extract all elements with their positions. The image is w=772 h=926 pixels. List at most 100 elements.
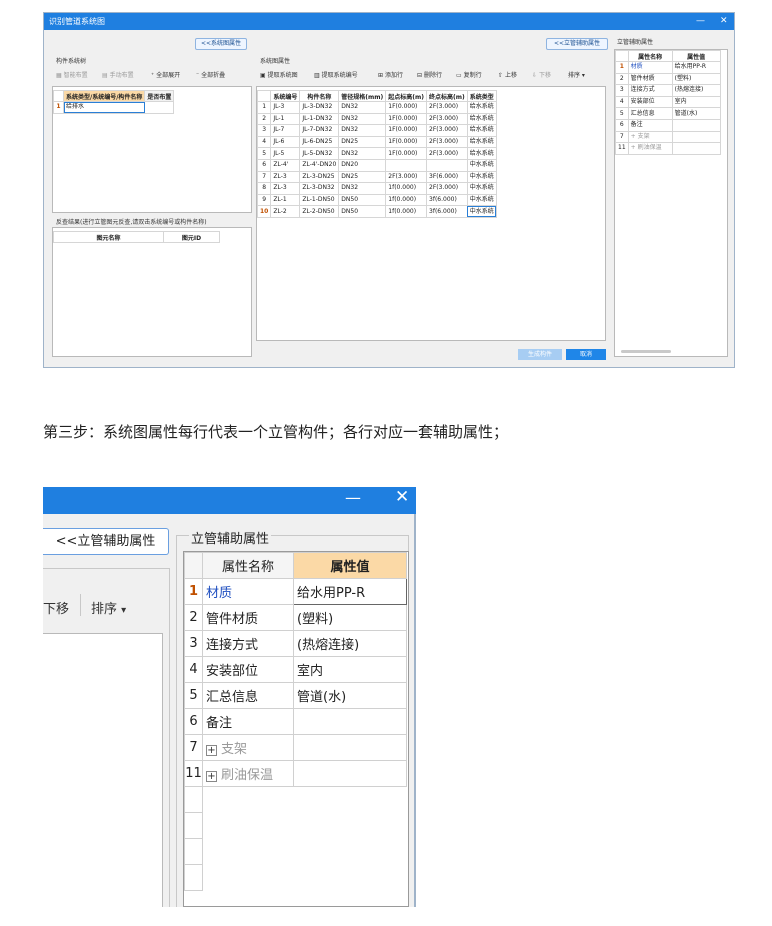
table-cell[interactable]: ZL-4' [270, 158, 301, 172]
table-cell[interactable]: 给水系统 [466, 112, 497, 126]
table-cell[interactable]: ZL-2 [270, 205, 301, 218]
move-up-button[interactable]: ⇧ 上移 [498, 71, 517, 81]
tree-node-label[interactable]: 给排水 [62, 101, 146, 114]
property-value[interactable]: (塑料) [671, 72, 721, 86]
table-cell[interactable]: 3F(6.000) [426, 170, 468, 184]
table-cell[interactable]: 中水系统 [466, 158, 497, 172]
table-cell[interactable]: JL-5-DN32 [299, 147, 340, 160]
table-row[interactable]: 1 材质 给水用PP-R [615, 61, 721, 74]
minimize-icon[interactable]: — [696, 13, 705, 30]
horizontal-scrollbar[interactable] [621, 350, 671, 353]
table-cell[interactable]: ZL-1-DN50 [299, 193, 340, 207]
table-cell[interactable]: JL-3-DN32 [299, 101, 340, 114]
property-value[interactable]: 管道(水) [671, 107, 721, 120]
property-value[interactable] [671, 142, 721, 155]
table-cell[interactable]: DN25 [338, 135, 387, 149]
property-value[interactable]: (热熔连接) [293, 630, 407, 657]
table-cell[interactable]: DN25 [338, 170, 387, 184]
table-row[interactable]: 5 汇总信息 管道(水) [184, 682, 407, 709]
property-value[interactable] [293, 760, 407, 787]
property-value[interactable] [293, 708, 407, 735]
close-icon[interactable]: ✕ [720, 13, 728, 30]
smart-layout-button[interactable]: ▦ 智能布置 [56, 71, 88, 81]
table-row[interactable]: 3 JL-7 JL-7-DN32 DN32 1F(0.000) 2F(3.000) 给水系统 [257, 124, 497, 137]
add-row-button[interactable]: ⊞ 添加行 [378, 71, 403, 81]
table-row[interactable]: 1 材质 给水用PP-R [184, 578, 407, 605]
tree-row[interactable]: 1 给排水 [53, 101, 175, 114]
table-cell[interactable]: JL-1-DN32 [299, 112, 340, 126]
table-cell[interactable]: 中水系统 [466, 182, 497, 195]
table-cell[interactable]: 2F(3.000) [426, 135, 468, 149]
table-row[interactable]: 9 ZL-1 ZL-1-DN50 DN50 1f(0.000) 3f(6.000) 中水系统 [257, 193, 497, 207]
table-cell[interactable]: 1F(0.000) [385, 112, 428, 126]
table-cell[interactable]: 2F(3.000) [426, 112, 468, 126]
table-cell[interactable]: DN32 [338, 101, 387, 114]
riser-props-toggle-button[interactable]: <<立管辅助属性 [43, 528, 169, 555]
table-cell[interactable] [426, 158, 468, 172]
extract-diagram-button[interactable]: ▣ 提取系统图 [260, 71, 298, 81]
table-cell[interactable]: 1F(0.000) [385, 101, 428, 114]
table-row[interactable]: 4 安装部位 室内 [184, 656, 407, 683]
cancel-button[interactable]: 取消 [566, 349, 606, 360]
manual-layout-button[interactable]: ▤ 手动布置 [102, 71, 134, 81]
table-cell[interactable]: 给水系统 [466, 147, 497, 160]
extract-number-button[interactable]: ▥ 提取系统编号 [314, 71, 358, 81]
delete-row-button[interactable]: ⊟ 删除行 [417, 71, 442, 81]
table-cell[interactable]: 2F(3.000) [426, 101, 468, 114]
table-cell[interactable]: JL-7-DN32 [299, 124, 340, 137]
generate-component-button[interactable]: 生成构件 [518, 349, 562, 360]
table-row[interactable]: 4 JL-6 JL-6-DN25 DN25 1F(0.000) 2F(3.000) 给水系统 [257, 135, 497, 149]
table-row[interactable]: 11 + 刷油保温 [184, 760, 407, 787]
property-value[interactable]: 室内 [671, 95, 721, 109]
table-cell[interactable]: 2F(3.000) [426, 147, 468, 160]
property-value[interactable]: 室内 [293, 656, 407, 683]
expand-plus-icon[interactable]: + [206, 745, 217, 756]
property-value[interactable]: (热熔连接) [671, 84, 721, 97]
table-cell[interactable]: 1F(0.000) [385, 147, 428, 160]
table-row[interactable]: 4 安装部位 室内 [615, 95, 721, 109]
table-cell[interactable]: 2F(3.000) [426, 124, 468, 137]
table-cell[interactable]: ZL-3 [270, 182, 301, 195]
table-cell[interactable]: 给水系统 [466, 124, 497, 137]
table-cell[interactable]: DN32 [338, 124, 387, 137]
table-row[interactable]: 7 + 支架 [184, 734, 407, 761]
table-row[interactable]: 5 汇总信息 管道(水) [615, 107, 721, 120]
table-cell[interactable]: 中水系统 [466, 193, 497, 207]
table-cell[interactable]: 中水系统 [466, 205, 497, 218]
move-down-button[interactable]: ⇩ 下移 [532, 71, 551, 81]
riser-props-toggle-button[interactable]: <<立管辅助属性 [546, 38, 608, 50]
property-value[interactable]: 给水用PP-R [671, 61, 721, 74]
table-cell[interactable]: 1f(0.000) [385, 205, 428, 218]
table-row[interactable]: 7 + 支架 [615, 130, 721, 144]
table-cell[interactable]: DN32 [338, 182, 387, 195]
table-cell[interactable]: 2F(3.000) [426, 182, 468, 195]
table-cell[interactable]: 给水系统 [466, 101, 497, 114]
table-cell[interactable]: 1f(0.000) [385, 182, 428, 195]
minimize-icon[interactable]: — [345, 488, 361, 507]
table-row[interactable]: 2 管件材质 (塑料) [184, 604, 407, 631]
table-cell[interactable]: DN32 [338, 112, 387, 126]
table-cell[interactable]: 1f(0.000) [385, 193, 428, 207]
table-cell[interactable]: 1F(0.000) [385, 124, 428, 137]
table-row[interactable]: 8 ZL-3 ZL-3-DN32 DN32 1f(0.000) 2F(3.000) 中水系统 [257, 182, 497, 195]
sort-button[interactable]: 排序 ▾ [568, 71, 585, 81]
property-value[interactable] [293, 734, 407, 761]
table-cell[interactable]: DN20 [338, 158, 387, 172]
property-value[interactable] [671, 118, 721, 132]
table-row[interactable]: 5 JL-5 JL-5-DN32 DN32 1F(0.000) 2F(3.000) 给水系统 [257, 147, 497, 160]
expand-all-button[interactable]: ⁺ 全部展开 [151, 71, 180, 81]
table-cell[interactable]: 1F(0.000) [385, 135, 428, 149]
table-cell[interactable]: 2F(3.000) [385, 170, 428, 184]
table-cell[interactable]: 中水系统 [466, 170, 497, 184]
copy-row-button[interactable]: ▭ 复制行 [456, 71, 482, 81]
table-row[interactable]: 1 JL-3 JL-3-DN32 DN32 1F(0.000) 2F(3.000) 给水系统 [257, 101, 497, 114]
expand-plus-icon[interactable]: + [206, 771, 217, 782]
table-cell[interactable]: DN50 [338, 193, 387, 207]
table-row[interactable]: 6 备注 [615, 118, 721, 132]
table-row[interactable]: 2 JL-1 JL-1-DN32 DN32 1F(0.000) 2F(3.000) 给水系统 [257, 112, 497, 126]
property-value[interactable] [671, 130, 721, 144]
move-down-button[interactable]: 下移 [43, 598, 69, 617]
table-cell[interactable]: JL-7 [270, 124, 301, 137]
table-cell[interactable]: JL-5 [270, 147, 301, 160]
table-cell[interactable]: JL-3 [270, 101, 301, 114]
